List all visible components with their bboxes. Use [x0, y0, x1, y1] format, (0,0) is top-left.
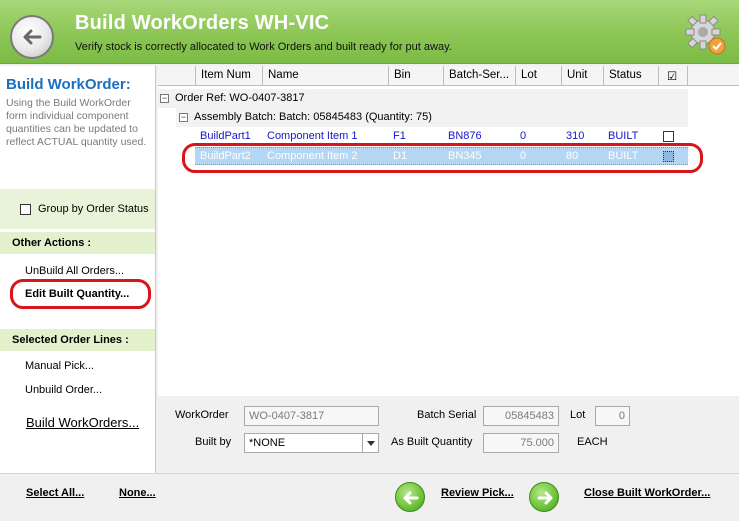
table-row-selected[interactable]: BuildPart2 Component Item 2 D1 BN345 0 8… [195, 147, 688, 165]
back-arrow-icon [23, 29, 42, 45]
edit-built-quantity-link[interactable]: Edit Built Quantity... [25, 288, 129, 300]
select-none-link[interactable]: None... [119, 487, 156, 499]
cell-unit: 80 [566, 150, 579, 162]
order-lines-grid[interactable]: Item Num Name Bin Batch-Ser... Lot Unit … [158, 66, 739, 396]
detail-form: WorkOrder WO-0407-3817 Batch Serial 0584… [158, 396, 739, 473]
col-header-spacer [158, 66, 196, 86]
review-pick-link[interactable]: Review Pick... [441, 487, 514, 499]
built-by-label: Built by [195, 436, 232, 448]
build-workorders-link[interactable]: Build WorkOrders... [26, 415, 139, 430]
lot-field[interactable]: 0 [595, 406, 630, 426]
cell-name: Component Item 2 [267, 150, 358, 162]
review-pick-button[interactable] [395, 482, 425, 512]
settings-gear-icon[interactable] [683, 12, 729, 58]
as-built-qty-label: As Built Quantity [391, 436, 473, 448]
workorder-field[interactable]: WO-0407-3817 [244, 406, 379, 426]
cell-unit: 310 [566, 130, 585, 142]
footer-bar: Select All... None... Review Pick... Clo… [0, 473, 739, 521]
cell-status: BUILT [608, 150, 639, 162]
edit-built-quantity-highlight[interactable]: Edit Built Quantity... [10, 279, 151, 309]
row-checkbox[interactable] [663, 131, 674, 142]
close-built-workorder-link[interactable]: Close Built WorkOrder... [584, 487, 710, 499]
col-header-name[interactable]: Name [263, 66, 389, 86]
workorder-label: WorkOrder [175, 409, 229, 421]
as-built-qty-field[interactable]: 75.000 [483, 433, 559, 453]
left-arrow-icon [403, 491, 419, 505]
group-by-label: Group by Order Status [38, 203, 149, 215]
collapse-icon[interactable]: − [179, 113, 188, 122]
dropdown-arrow-icon[interactable] [362, 434, 378, 452]
unit-of-measure: EACH [577, 436, 608, 448]
back-button[interactable] [10, 15, 54, 59]
panel-title: Build WorkOrder: [6, 76, 131, 93]
row-checkbox[interactable] [663, 151, 674, 162]
table-row[interactable]: BuildPart1 Component Item 1 F1 BN876 0 3… [195, 128, 688, 146]
grid-header: Item Num Name Bin Batch-Ser... Lot Unit … [158, 66, 739, 86]
collapse-icon[interactable]: − [160, 94, 169, 103]
cell-name: Component Item 1 [267, 130, 358, 142]
title-bar: Build WorkOrders WH-VIC Verify stock is … [0, 0, 739, 64]
panel-description: Using the Build WorkOrder form individua… [6, 97, 147, 148]
select-all-link[interactable]: Select All... [26, 487, 84, 499]
cell-lot: 0 [520, 150, 527, 162]
cell-bin: F1 [393, 130, 406, 142]
col-header-batch[interactable]: Batch-Ser... [444, 66, 516, 86]
col-header-item-num[interactable]: Item Num [196, 66, 263, 86]
page-subtitle: Verify stock is correctly allocated to W… [75, 41, 452, 53]
assembly-batch-text: Assembly Batch: Batch: 05845483 (Quantit… [194, 111, 432, 123]
assembly-batch-group-row[interactable]: − Assembly Batch: Batch: 05845483 (Quant… [176, 108, 688, 127]
selected-order-lines-header: Selected Order Lines : [0, 329, 155, 351]
order-ref-text: Order Ref: WO-0407-3817 [175, 92, 305, 104]
col-header-bin[interactable]: Bin [389, 66, 444, 86]
unbuild-order-link[interactable]: Unbuild Order... [25, 384, 102, 396]
group-by-section: Group by Order Status [0, 189, 155, 229]
cell-batch: BN345 [448, 150, 482, 162]
other-actions-header: Other Actions : [0, 232, 155, 254]
batch-serial-field[interactable]: 05845483 [483, 406, 559, 426]
col-header-lot[interactable]: Lot [516, 66, 562, 86]
built-by-value: *NONE [249, 437, 286, 449]
cell-item-num: BuildPart1 [200, 130, 251, 142]
close-built-button[interactable] [529, 482, 559, 512]
left-panel: Build WorkOrder: Using the Build WorkOrd… [0, 66, 156, 473]
cell-bin: D1 [393, 150, 408, 162]
built-by-select[interactable]: *NONE [244, 433, 379, 453]
manual-pick-link[interactable]: Manual Pick... [25, 360, 94, 372]
col-header-unit[interactable]: Unit [562, 66, 604, 86]
right-arrow-icon [537, 491, 553, 505]
order-ref-group-row[interactable]: − Order Ref: WO-0407-3817 [158, 89, 688, 108]
page-title: Build WorkOrders WH-VIC [75, 12, 330, 34]
cell-lot: 0 [520, 130, 527, 142]
group-by-checkbox[interactable] [20, 204, 31, 215]
cell-batch: BN876 [448, 130, 482, 142]
cell-item-num: BuildPart2 [200, 150, 251, 162]
cell-status: BUILT [608, 130, 639, 142]
lot-label: Lot [570, 409, 586, 421]
col-header-status[interactable]: Status [604, 66, 659, 86]
unbuild-all-link[interactable]: UnBuild All Orders... [25, 265, 124, 277]
batch-serial-label: Batch Serial [417, 409, 477, 421]
col-header-check[interactable]: ☑ [659, 66, 688, 86]
